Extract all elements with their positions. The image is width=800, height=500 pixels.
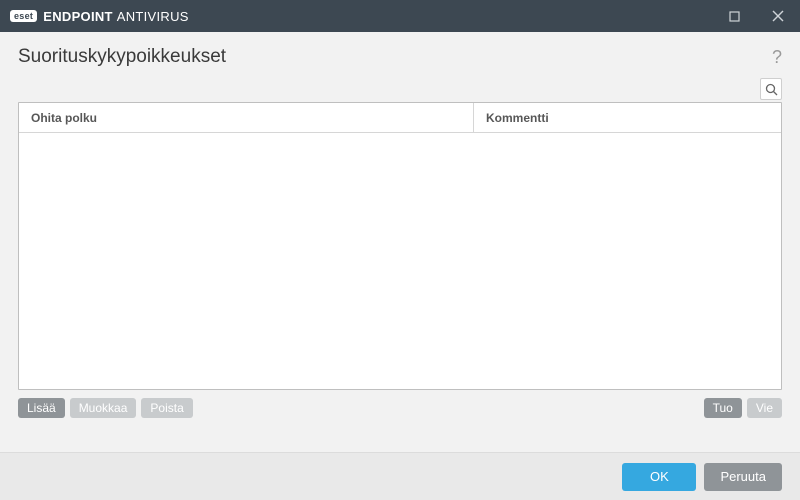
column-header-path[interactable]: Ohita polku: [19, 103, 474, 132]
ok-button[interactable]: OK: [622, 463, 696, 491]
maximize-button[interactable]: [712, 0, 756, 32]
search-button[interactable]: [760, 78, 782, 100]
maximize-icon: [729, 11, 740, 22]
help-icon[interactable]: ?: [772, 47, 782, 68]
brand-badge: eset: [10, 10, 37, 22]
brand-text: ENDPOINT ANTIVIRUS: [43, 9, 189, 24]
cancel-button[interactable]: Peruuta: [704, 463, 782, 491]
edit-button[interactable]: Muokkaa: [70, 398, 137, 418]
brand-light: ANTIVIRUS: [117, 9, 189, 24]
exclusions-table: Ohita polku Kommentti: [18, 102, 782, 390]
close-icon: [772, 10, 784, 22]
import-button[interactable]: Tuo: [704, 398, 742, 418]
titlebar: eset ENDPOINT ANTIVIRUS: [0, 0, 800, 32]
table-actions: Lisää Muokkaa Poista Tuo Vie: [18, 398, 782, 418]
brand-bold: ENDPOINT: [43, 9, 113, 24]
content: Ohita polku Kommentti Lisää Muokkaa Pois…: [0, 78, 800, 418]
search-icon: [765, 83, 778, 96]
add-button[interactable]: Lisää: [18, 398, 65, 418]
delete-button[interactable]: Poista: [141, 398, 192, 418]
column-header-comment[interactable]: Kommentti: [474, 103, 781, 132]
table-header: Ohita polku Kommentti: [19, 103, 781, 133]
search-row: [18, 78, 782, 100]
header-row: Suorituskykypoikkeukset ?: [0, 32, 800, 78]
export-button[interactable]: Vie: [747, 398, 782, 418]
table-body[interactable]: [19, 133, 781, 389]
page-title: Suorituskykypoikkeukset: [18, 46, 772, 68]
close-button[interactable]: [756, 0, 800, 32]
dialog-footer: OK Peruuta: [0, 452, 800, 500]
